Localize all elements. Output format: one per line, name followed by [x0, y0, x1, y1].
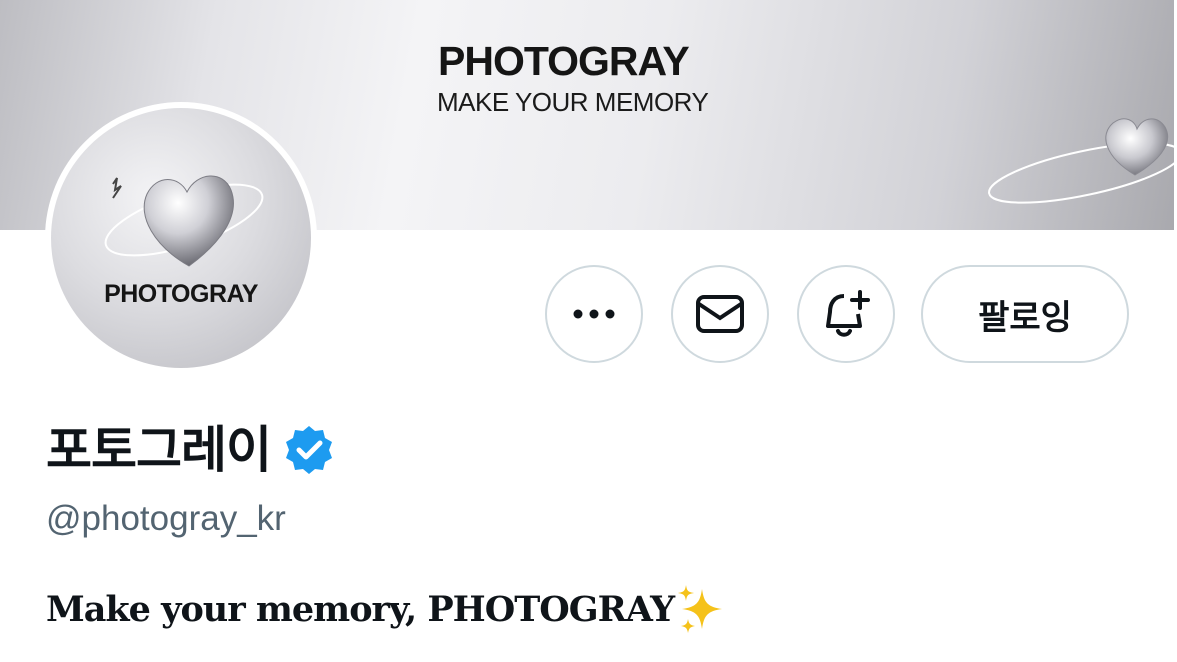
- avatar-label: PHOTOGRAY: [104, 280, 258, 308]
- display-name: 포토그레이: [46, 421, 272, 479]
- notifications-button[interactable]: [797, 265, 895, 363]
- more-button[interactable]: [545, 265, 643, 363]
- envelope-icon: [696, 295, 744, 333]
- profile-avatar[interactable]: PHOTOGRAY: [45, 102, 317, 374]
- more-horizontal-icon: [573, 309, 615, 319]
- sparkles-icon: [678, 585, 723, 633]
- message-button[interactable]: [671, 265, 769, 363]
- banner-subtitle: MAKE YOUR MEMORY: [437, 87, 709, 117]
- banner-title: PHOTOGRAY: [438, 38, 690, 84]
- following-button[interactable]: 팔로잉: [921, 265, 1129, 363]
- verified-badge-icon[interactable]: [283, 424, 335, 476]
- bio-text: Make your memory, PHOTOGRAY: [46, 588, 675, 630]
- user-handle: @photogray_kr: [46, 499, 286, 538]
- avatar-image: PHOTOGRAY: [51, 108, 311, 368]
- chrome-heart-icon: [988, 118, 1174, 204]
- profile-name-row: 포토그레이: [46, 418, 335, 482]
- bell-plus-icon: [826, 290, 870, 337]
- profile-bio: Make your memory, PHOTOGRAY: [46, 584, 728, 634]
